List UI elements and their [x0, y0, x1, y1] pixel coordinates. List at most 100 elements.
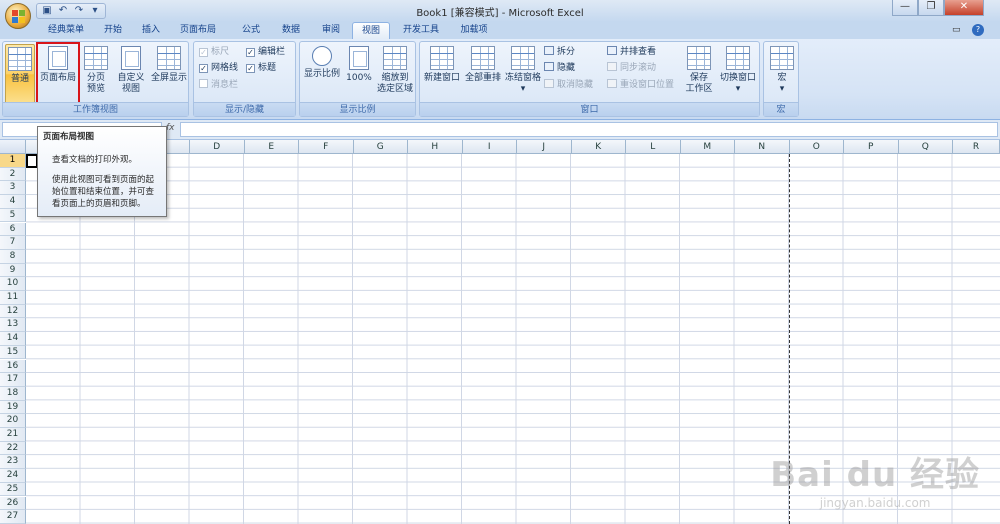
arrange-all-label: 全部重排 [464, 73, 501, 83]
formula-bar-checkbox[interactable]: ✓ 编辑栏 [246, 46, 285, 59]
row-header[interactable]: 19 [0, 400, 26, 415]
column-header-n[interactable]: N [735, 140, 790, 154]
column-header-o[interactable]: O [789, 140, 844, 154]
row-header[interactable]: 13 [0, 318, 26, 333]
row-header[interactable]: 16 [0, 359, 26, 374]
row-header[interactable]: 23 [0, 455, 26, 470]
side-by-side-icon [607, 46, 617, 55]
tab-page-layout[interactable]: 页面布局 [172, 22, 224, 39]
tab-developer[interactable]: 开发工具 [396, 22, 446, 39]
synchronous-scrolling-button[interactable]: 同步滚动 [607, 62, 656, 75]
custom-views-button[interactable]: 自定义 视图 [114, 44, 148, 104]
row-header[interactable]: 26 [0, 496, 26, 511]
column-header-j[interactable]: J [517, 140, 572, 154]
column-header-f[interactable]: F [299, 140, 354, 154]
tab-review[interactable]: 审阅 [314, 22, 348, 39]
help-icon[interactable]: ? [972, 24, 984, 36]
switch-windows-button[interactable]: 切换窗口 ▾ [717, 44, 759, 104]
column-header-h[interactable]: H [408, 140, 463, 154]
column-header-m[interactable]: M [680, 140, 735, 154]
page-break-label-2: 预览 [86, 84, 105, 94]
restore-button[interactable]: ❐ [918, 0, 944, 16]
column-header-p[interactable]: P [844, 140, 899, 154]
row-header[interactable]: 8 [0, 249, 26, 264]
reset-position-icon [607, 79, 617, 88]
tab-home[interactable]: 开始 [96, 22, 130, 39]
page-break-preview-button[interactable]: 分页 预览 [81, 44, 111, 104]
freeze-panes-button[interactable]: 冻结窗格 ▾ [504, 44, 542, 104]
row-header[interactable]: 24 [0, 469, 26, 483]
column-header-k[interactable]: K [571, 140, 626, 154]
row-header[interactable]: 20 [0, 414, 26, 428]
ruler-label: 标尺 [211, 47, 230, 57]
save-workspace-icon [687, 46, 711, 70]
tab-formulas[interactable]: 公式 [234, 22, 268, 39]
message-bar-checkbox[interactable]: 消息栏 [199, 79, 238, 92]
row-header[interactable]: 14 [0, 332, 26, 346]
tab-add-ins[interactable]: 加载项 [452, 22, 496, 39]
office-button[interactable] [5, 3, 31, 29]
macros-button[interactable]: 宏 ▾ [767, 44, 797, 104]
column-header-d[interactable]: D [190, 140, 245, 154]
row-header[interactable]: 11 [0, 291, 26, 305]
gridlines-checkbox[interactable]: ✓ 网格线 [199, 62, 238, 75]
switch-windows-icon [726, 46, 750, 70]
tab-view[interactable]: 视图 [352, 22, 390, 39]
hide-icon [544, 62, 554, 71]
headings-checkbox[interactable]: ✓ 标题 [246, 62, 276, 75]
fx-icon[interactable]: fx [166, 123, 175, 133]
ribbon-minimize-icon[interactable]: ▭ [952, 25, 961, 35]
column-header-g[interactable]: G [353, 140, 408, 154]
row-header[interactable]: 7 [0, 236, 26, 250]
row-header[interactable]: 9 [0, 263, 26, 278]
row-header[interactable]: 25 [0, 482, 26, 497]
page-layout-view-button[interactable]: 页面布局 [36, 42, 80, 104]
minimize-button[interactable]: — [892, 0, 918, 16]
row-header[interactable]: 18 [0, 386, 26, 401]
zoom-100-label: 100% [346, 73, 372, 83]
zoom-button[interactable]: 显示比例 [302, 44, 342, 104]
row-header[interactable]: 4 [0, 195, 26, 209]
normal-view-button[interactable]: 普通 [5, 44, 35, 104]
tab-insert[interactable]: 插入 [134, 22, 168, 39]
new-window-button[interactable]: 新建窗口 [422, 44, 462, 104]
column-header-r[interactable]: R [953, 140, 1000, 154]
select-all-corner[interactable] [0, 140, 26, 154]
unhide-button[interactable]: 取消隐藏 [544, 79, 593, 92]
row-header[interactable]: 27 [0, 510, 26, 524]
window-title: Book1 [兼容模式] - Microsoft Excel [416, 8, 584, 19]
zoom-100-button[interactable]: 100% [344, 44, 374, 104]
ruler-checkbox[interactable]: ✓ 标尺 [199, 46, 229, 59]
row-header[interactable]: 10 [0, 277, 26, 291]
row-header[interactable]: 6 [0, 222, 26, 237]
row-header[interactable]: 1 [0, 154, 26, 168]
column-header-e[interactable]: E [244, 140, 299, 154]
row-header[interactable]: 12 [0, 304, 26, 319]
close-button[interactable]: ✕ [944, 0, 984, 16]
row-header[interactable]: 15 [0, 345, 26, 360]
arrange-all-button[interactable]: 全部重排 [463, 44, 503, 104]
column-header-l[interactable]: L [626, 140, 681, 154]
column-header-q[interactable]: Q [898, 140, 953, 154]
row-header[interactable]: 5 [0, 208, 26, 223]
tooltip-title: 页面布局视图 [43, 132, 95, 142]
zoom-100-icon [349, 46, 369, 70]
group-label-zoom: 显示比例 [300, 102, 415, 116]
save-workspace-button[interactable]: 保存 工作区 [682, 44, 716, 104]
row-header[interactable]: 22 [0, 441, 26, 456]
row-header[interactable]: 21 [0, 428, 26, 442]
row-header[interactable]: 3 [0, 181, 26, 196]
normal-view-label: 普通 [10, 74, 29, 84]
tab-data[interactable]: 数据 [274, 22, 308, 39]
reset-window-position-button[interactable]: 重设窗口位置 [607, 79, 674, 92]
tab-classic-menu[interactable]: 经典菜单 [38, 22, 94, 39]
row-header[interactable]: 2 [0, 167, 26, 182]
hide-button[interactable]: 隐藏 [544, 62, 575, 75]
full-screen-button[interactable]: 全屏显示 [149, 44, 189, 104]
row-header[interactable]: 17 [0, 373, 26, 387]
view-side-by-side-button[interactable]: 并排查看 [607, 46, 656, 59]
split-button[interactable]: 拆分 [544, 46, 575, 59]
column-header-i[interactable]: I [462, 140, 517, 154]
zoom-to-selection-button[interactable]: 缩放到 选定区域 [374, 44, 416, 104]
formula-input[interactable] [180, 122, 998, 137]
